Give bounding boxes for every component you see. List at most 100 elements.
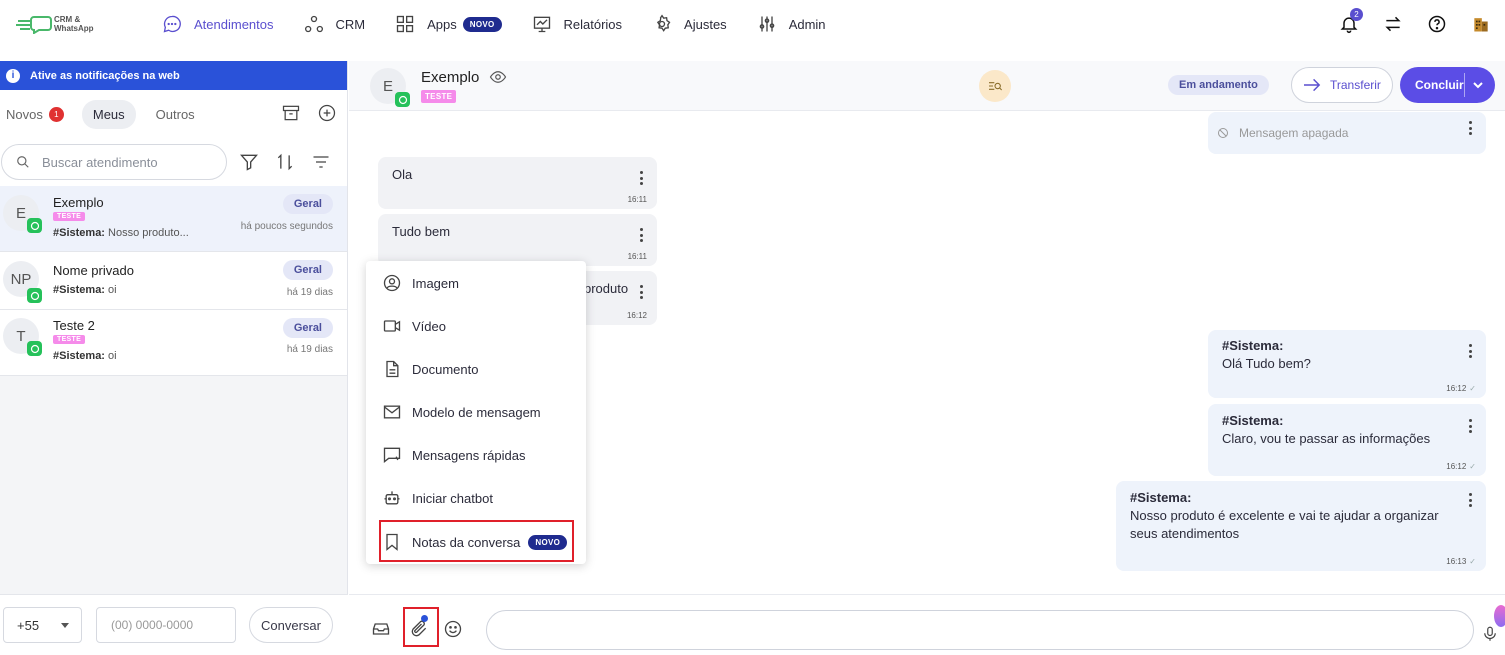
finish-label: Concluir <box>1415 78 1464 92</box>
help-icon <box>1428 15 1446 33</box>
contact-name-row: Exemplo <box>421 68 507 86</box>
finish-button[interactable]: Concluir <box>1400 67 1495 103</box>
conversation-item[interactable]: T Teste 2 TESTE #Sistema: oi Geral há 19… <box>0 310 347 376</box>
phone-input[interactable]: (00) 0000-0000 <box>96 607 236 643</box>
menu-item-modelo-mensagem[interactable]: Modelo de mensagem <box>382 400 541 424</box>
audio-button[interactable] <box>1481 625 1501 645</box>
sort-icon[interactable] <box>275 152 295 172</box>
nav-ajustes-label: Ajustes <box>684 16 727 32</box>
attachment-menu: Imagem Vídeo Documento Modelo de mensage… <box>366 261 586 564</box>
chat-bubble-icon <box>163 15 181 33</box>
start-conversation-button[interactable]: Conversar <box>249 607 333 643</box>
app-logo[interactable]: CRM & WhatsApp <box>16 14 136 34</box>
menu-item-label: Modelo de mensagem <box>412 404 541 420</box>
menu-item-label: Documento <box>412 361 479 377</box>
switch-button[interactable] <box>1381 12 1405 36</box>
inbox-icon <box>372 623 390 635</box>
message-text: Mensagem apagada <box>1239 126 1349 140</box>
message-menu-icon[interactable] <box>1468 121 1472 135</box>
message-menu-icon[interactable] <box>639 171 643 185</box>
chevron-down-icon[interactable] <box>1472 79 1484 91</box>
search-input[interactable] <box>42 154 212 170</box>
conversation-name: Nome privado <box>53 263 134 278</box>
message-bubble[interactable]: #Sistema: Olá Tudo bem? 16:12 ✓ <box>1208 330 1486 398</box>
tab-novos[interactable]: Novos 1 <box>6 106 64 122</box>
nav-admin[interactable]: Admin <box>757 14 826 34</box>
nav-atendimentos[interactable]: Atendimentos <box>162 14 274 34</box>
menu-item-imagem[interactable]: Imagem <box>382 271 459 295</box>
country-code-select[interactable]: +55 <box>3 607 82 643</box>
conversation-preview: #Sistema: oi <box>53 350 117 362</box>
menu-item-mensagens-rapidas[interactable]: Mensagens rápidas <box>382 443 525 467</box>
menu-item-video[interactable]: Vídeo <box>382 314 446 338</box>
search-messages-button[interactable] <box>979 70 1011 102</box>
message-bubble[interactable]: Mensagem apagada <box>1208 112 1486 154</box>
eye-icon[interactable] <box>489 68 507 86</box>
notification-banner[interactable]: i Ative as notificações na web <box>0 61 347 90</box>
transfer-button[interactable]: Transferir <box>1291 67 1393 103</box>
conversation-item[interactable]: E Exemplo TESTE #Sistema: Nosso produto.… <box>0 186 347 252</box>
message-menu-icon[interactable] <box>1468 419 1472 433</box>
message-bubble[interactable]: #Sistema: Nosso produto é excelente e va… <box>1116 481 1486 571</box>
assistant-bubble-icon[interactable] <box>1494 605 1505 627</box>
emoji-button[interactable] <box>443 619 465 641</box>
help-button[interactable] <box>1425 12 1449 36</box>
tab-meus[interactable]: Meus <box>81 99 136 129</box>
whatsapp-icon <box>27 218 42 233</box>
new-badge: NOVO <box>462 16 502 32</box>
notifications-button[interactable]: 2 <box>1337 8 1363 36</box>
list-filter-icon[interactable] <box>311 152 331 172</box>
search-list-icon <box>989 82 1003 91</box>
message-menu-icon[interactable] <box>639 285 643 299</box>
menu-item-documento[interactable]: Documento <box>382 357 478 381</box>
conversation-item[interactable]: NP Nome privado #Sistema: oi Geral há 19… <box>0 252 347 310</box>
preview-text: oi <box>104 350 117 362</box>
archive-icon[interactable] <box>281 103 301 123</box>
tab-outros-label: Outros <box>155 106 195 122</box>
message-time: 16:12 <box>626 311 647 320</box>
nav-ajustes[interactable]: Ajustes <box>652 14 727 34</box>
emoji-icon <box>444 620 462 638</box>
filter-icon[interactable] <box>239 152 259 172</box>
preview-text: Nosso produto... <box>104 227 189 239</box>
add-circle-icon[interactable] <box>317 103 337 123</box>
nav-crm[interactable]: CRM <box>304 14 365 34</box>
conversation-time: há 19 dias <box>286 287 333 298</box>
quick-replies-button[interactable] <box>371 619 393 641</box>
menu-item-label: Mensagens rápidas <box>412 447 526 463</box>
message-text: Nosso produto é excelente e vai te ajuda… <box>1130 508 1439 541</box>
tab-meus-label: Meus <box>92 106 125 122</box>
network-icon <box>304 15 323 33</box>
menu-item-iniciar-chatbot[interactable]: Iniciar chatbot <box>382 486 493 510</box>
logo-line-2: WhatsApp <box>54 24 94 33</box>
queue-badge: Geral <box>282 260 333 280</box>
message-bubble[interactable]: Ola 16:11 <box>378 157 657 209</box>
message-menu-icon[interactable] <box>639 228 643 242</box>
message-time: 16:11 <box>627 252 647 261</box>
new-conversation-bar: +55 (00) 0000-0000 Conversar <box>0 594 348 655</box>
document-icon <box>386 360 399 378</box>
preview-sender: #Sistema: <box>53 227 105 239</box>
message-menu-icon[interactable] <box>1468 344 1472 358</box>
message-composer <box>349 594 1505 655</box>
info-icon: i <box>6 68 20 83</box>
nav-relatorios[interactable]: Relatórios <box>532 14 622 34</box>
attach-button[interactable] <box>409 619 431 641</box>
tab-novos-count: 1 <box>48 106 64 122</box>
nav-apps[interactable]: Apps NOVO <box>395 14 502 34</box>
message-bubble[interactable]: Tudo bem 16:11 <box>378 214 657 266</box>
message-bubble[interactable]: #Sistema: Claro, vou te passar as inform… <box>1208 404 1486 476</box>
gear-icon <box>656 14 671 32</box>
message-input[interactable] <box>486 610 1474 650</box>
top-navigation: CRM & WhatsApp Atendimentos CRM Apps NOV… <box>0 0 1505 48</box>
message-text: Ola <box>392 167 413 182</box>
building-icon <box>1474 18 1488 32</box>
message-text: Claro, vou te passar as informações <box>1222 431 1431 446</box>
conversation-name: Teste 2 <box>53 318 95 333</box>
chart-icon <box>533 16 550 33</box>
menu-item-label: Vídeo <box>412 318 446 334</box>
message-menu-icon[interactable] <box>1468 493 1472 507</box>
swap-arrows-icon <box>1385 16 1401 32</box>
tab-outros[interactable]: Outros <box>156 107 195 122</box>
company-avatar[interactable] <box>1469 12 1493 36</box>
